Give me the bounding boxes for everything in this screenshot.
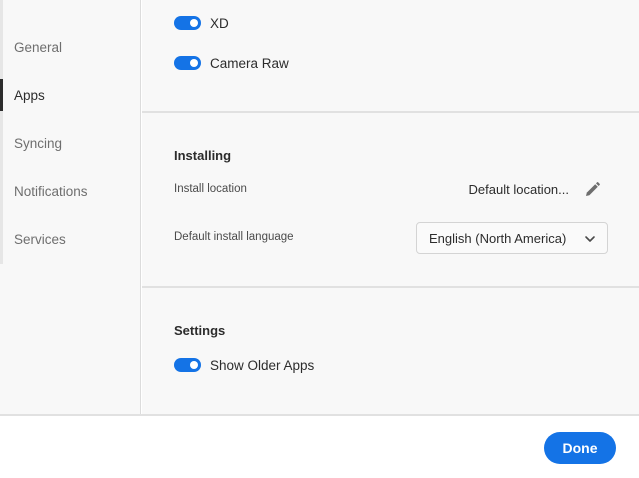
installing-title: Installing	[174, 148, 232, 163]
sidebar-item-label: Services	[14, 231, 66, 247]
main-panel: XD Camera Raw Installing Install locatio…	[142, 0, 639, 414]
settings-title: Settings	[174, 323, 226, 338]
show-older-apps-row: Show Older Apps	[174, 355, 314, 375]
section-divider	[142, 286, 639, 288]
xd-toggle[interactable]	[174, 16, 201, 30]
chevron-down-icon	[585, 236, 595, 242]
install-language-select[interactable]: English (North America)	[416, 222, 608, 254]
done-button[interactable]: Done	[544, 432, 616, 464]
sidebar-item-syncing[interactable]: Syncing	[0, 127, 140, 159]
install-language-value: English (North America)	[429, 230, 567, 246]
app-toggle-row-camera-raw: Camera Raw	[174, 53, 289, 73]
sidebar: General Apps Syncing Notifications Servi…	[0, 0, 141, 414]
install-location-label: Install location	[174, 183, 247, 195]
camera-raw-toggle-label: Camera Raw	[210, 55, 289, 71]
install-language-label: Default install language	[174, 231, 294, 243]
install-location-value: Default location...	[468, 182, 569, 197]
section-divider	[142, 111, 639, 113]
sidebar-item-label: Apps	[14, 87, 45, 103]
sidebar-item-label: Syncing	[14, 135, 63, 151]
footer-divider	[0, 414, 639, 416]
camera-raw-toggle[interactable]	[174, 56, 201, 70]
xd-toggle-label: XD	[210, 15, 229, 31]
app-toggle-row-xd: XD	[174, 13, 229, 33]
pencil-icon[interactable]	[582, 180, 602, 200]
sidebar-item-notifications[interactable]: Notifications	[0, 175, 140, 207]
show-older-apps-toggle[interactable]	[174, 358, 201, 372]
sidebar-item-general[interactable]: General	[0, 31, 140, 63]
sidebar-item-label: General	[14, 39, 63, 55]
sidebar-item-services[interactable]: Services	[0, 223, 140, 255]
sidebar-item-apps[interactable]: Apps	[0, 79, 140, 111]
show-older-apps-label: Show Older Apps	[210, 357, 315, 373]
sidebar-item-label: Notifications	[14, 183, 88, 199]
preferences-window: General Apps Syncing Notifications Servi…	[0, 0, 639, 478]
